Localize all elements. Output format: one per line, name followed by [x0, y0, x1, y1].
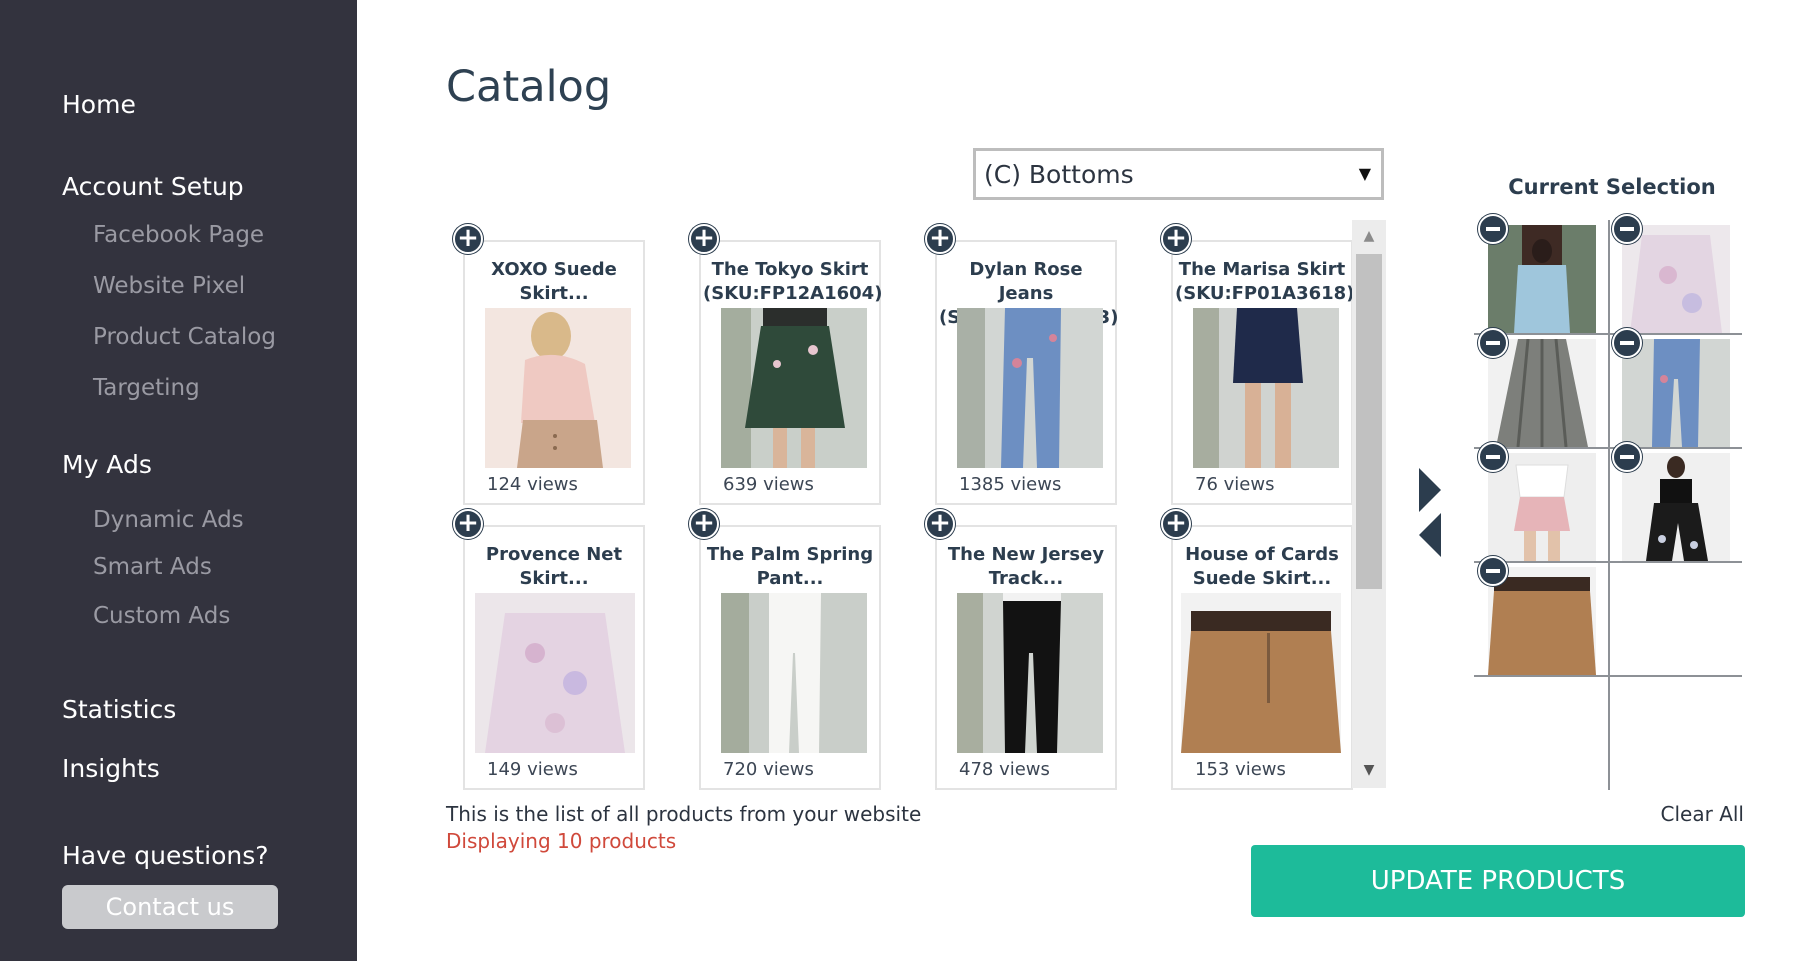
product-image-navy-velvet-skirt — [1193, 308, 1339, 468]
product-image-black-track-pants — [957, 593, 1103, 753]
product-card[interactable]: The Marisa Skirt (SKU:FP01A3618) 76 view… — [1171, 240, 1355, 505]
dropdown-arrow-icon: ▼ — [1358, 164, 1371, 183]
product-title: The New Jersey Track... — [947, 544, 1105, 589]
product-title: House of Cards Suede Skirt... — [1185, 544, 1339, 589]
product-card[interactable]: House of Cards Suede Skirt... 153 views — [1171, 525, 1353, 790]
add-product-icon[interactable]: + — [1161, 224, 1191, 254]
selected-product-pink-shorts-outfit[interactable] — [1488, 453, 1596, 561]
update-products-button[interactable]: UPDATE PRODUCTS — [1251, 845, 1745, 917]
selection-divider — [1474, 447, 1742, 449]
category-select-value: (C) Bottoms — [984, 160, 1134, 189]
catalog-info-text: This is the list of all products from yo… — [446, 802, 922, 826]
product-image-pink-top-suede-skirt — [485, 308, 631, 468]
remove-selection-icon[interactable] — [1478, 556, 1508, 586]
category-select[interactable]: (C) Bottoms ▼ — [973, 148, 1384, 200]
add-product-icon[interactable]: + — [925, 224, 955, 254]
product-title: The Marisa Skirt (SKU:FP01A3618) — [1175, 259, 1355, 304]
nav-smart-ads[interactable]: Smart Ads — [93, 554, 212, 580]
nav-custom-ads[interactable]: Custom Ads — [93, 603, 230, 629]
product-card[interactable]: The Tokyo Skirt (SKU:FP12A1604) 639 view… — [699, 240, 883, 505]
product-card[interactable]: The New Jersey Track... 478 views — [935, 525, 1117, 790]
nav-website-pixel[interactable]: Website Pixel — [93, 273, 245, 299]
product-views: 149 views — [487, 759, 578, 780]
remove-from-selection-arrow-icon[interactable] — [1419, 513, 1441, 557]
remove-selection-icon[interactable] — [1612, 214, 1642, 244]
add-product-icon[interactable]: + — [689, 224, 719, 254]
add-product-icon[interactable]: + — [453, 224, 483, 254]
selection-divider — [1608, 220, 1610, 790]
product-views: 639 views — [723, 474, 814, 495]
nav-facebook-page[interactable]: Facebook Page — [93, 222, 264, 248]
selection-divider — [1474, 561, 1742, 563]
page-title: Catalog — [446, 62, 612, 112]
selected-product-embroidered-jeans[interactable] — [1622, 339, 1730, 447]
product-card[interactable]: XOXO Suede Skirt... 124 views — [463, 240, 645, 505]
remove-selection-icon[interactable] — [1612, 442, 1642, 472]
add-product-icon[interactable]: + — [689, 509, 719, 539]
product-card[interactable]: The Palm Spring Pant... 720 views — [699, 525, 881, 790]
clear-all-link[interactable]: Clear All — [1660, 802, 1744, 826]
remove-selection-icon[interactable] — [1478, 328, 1508, 358]
nav-statistics[interactable]: Statistics — [62, 695, 176, 724]
sidebar: Home Account Setup Facebook Page Website… — [0, 0, 357, 961]
product-views: 478 views — [959, 759, 1050, 780]
product-card[interactable]: Provence Net Skirt... 149 views — [463, 525, 645, 790]
nav-home[interactable]: Home — [62, 90, 136, 119]
selected-product-tan-suede-skirt[interactable] — [1488, 567, 1596, 675]
product-image-white-pants — [721, 593, 867, 753]
nav-product-catalog[interactable]: Product Catalog — [93, 324, 276, 350]
add-product-icon[interactable]: + — [925, 509, 955, 539]
product-image-floral-tulle-skirt — [475, 593, 635, 753]
product-views: 76 views — [1195, 474, 1275, 495]
scroll-down-icon[interactable]: ▼ — [1356, 762, 1382, 780]
product-title: The Palm Spring Pant... — [706, 544, 874, 589]
selected-product-tulle-skirt[interactable] — [1622, 225, 1730, 333]
selected-product-black-floral-pants[interactable] — [1622, 453, 1730, 561]
product-image-green-floral-skirt — [721, 308, 867, 468]
product-title: The Tokyo Skirt (SKU:FP12A1604) — [703, 259, 883, 304]
scroll-up-icon[interactable]: ▲ — [1356, 228, 1382, 246]
product-views: 153 views — [1195, 759, 1286, 780]
selected-product-pleated-metallic-skirt[interactable] — [1488, 338, 1596, 448]
remove-selection-icon[interactable] — [1478, 214, 1508, 244]
selection-divider — [1474, 333, 1742, 335]
nav-account-setup[interactable]: Account Setup — [62, 172, 244, 201]
remove-selection-icon[interactable] — [1612, 328, 1642, 358]
contact-us-button[interactable]: Contact us — [62, 885, 278, 929]
product-image-tan-suede-skirt — [1181, 593, 1341, 753]
product-title: XOXO Suede Skirt... — [491, 259, 617, 304]
current-selection-title: Current Selection — [1508, 175, 1716, 199]
product-views: 720 views — [723, 759, 814, 780]
product-card[interactable]: Dylan Rose Jeans (SKU:FP01A1603) 1385 vi… — [935, 240, 1118, 505]
scrollbar-thumb[interactable] — [1356, 254, 1382, 589]
questions-label: Have questions? — [62, 841, 269, 870]
nav-dynamic-ads[interactable]: Dynamic Ads — [93, 507, 244, 533]
remove-selection-icon[interactable] — [1478, 442, 1508, 472]
product-image-embroidered-jeans — [957, 308, 1103, 468]
add-product-icon[interactable]: + — [453, 509, 483, 539]
add-product-icon[interactable]: + — [1161, 509, 1191, 539]
selected-product-floral-jacket-outfit[interactable] — [1488, 225, 1596, 333]
product-views: 124 views — [487, 474, 578, 495]
product-title: Provence Net Skirt... — [485, 544, 623, 589]
current-selection-grid — [1474, 214, 1742, 790]
product-grid: XOXO Suede Skirt... 124 views The Tokyo … — [446, 220, 1390, 790]
nav-insights[interactable]: Insights — [62, 754, 160, 783]
nav-targeting[interactable]: Targeting — [93, 375, 200, 401]
nav-my-ads[interactable]: My Ads — [62, 450, 152, 479]
selection-divider — [1474, 675, 1742, 677]
add-to-selection-arrow-icon[interactable] — [1419, 468, 1441, 512]
product-views: 1385 views — [959, 474, 1062, 495]
product-count-text: Displaying 10 products — [446, 829, 677, 853]
